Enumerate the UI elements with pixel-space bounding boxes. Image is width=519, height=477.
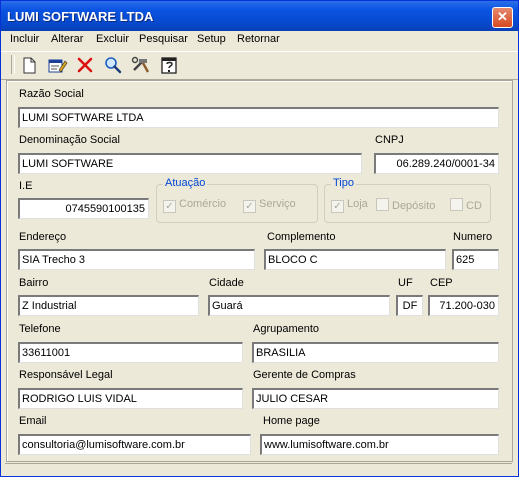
- toolbar-grip[interactable]: [11, 55, 15, 74]
- comercio-checkbox[interactable]: ✓ Comércio: [163, 198, 226, 213]
- cep-label: CEP: [430, 277, 453, 289]
- new-document-icon[interactable]: [18, 55, 40, 75]
- menu-setup[interactable]: Setup: [197, 33, 226, 45]
- company-form-panel: Razão Social LUMI SOFTWARE LTDA Denomina…: [6, 80, 513, 462]
- responsavel-label: Responsável Legal: [19, 369, 113, 381]
- endereco-label: Endereço: [19, 231, 67, 243]
- atuacao-group: Atuação ✓ Comércio ✓ Serviço: [156, 177, 318, 223]
- menu-pesquisar[interactable]: Pesquisar: [139, 33, 188, 45]
- close-button[interactable]: ✕: [492, 7, 513, 28]
- denominacao-social-label: Denominação Social: [19, 134, 120, 146]
- homepage-field[interactable]: www.lumisoftware.com.br: [260, 434, 499, 455]
- email-field[interactable]: consultoria@lumisoftware.com.br: [18, 434, 251, 455]
- endereco-field[interactable]: SIA Trecho 3: [18, 249, 255, 270]
- menu-alterar[interactable]: Alterar: [51, 33, 83, 45]
- cidade-field[interactable]: Guará: [208, 295, 390, 316]
- bairro-field[interactable]: Z Industrial: [18, 295, 199, 316]
- cidade-label: Cidade: [209, 277, 244, 289]
- menu-retornar[interactable]: Retornar: [237, 33, 280, 45]
- toolbar: [1, 51, 518, 80]
- gerente-field[interactable]: JULIO CESAR: [252, 388, 499, 409]
- responsavel-field[interactable]: RODRIGO LUIS VIDAL: [18, 388, 243, 409]
- app-window: LUMI SOFTWARE LTDA ✕ Incluir Alterar Exc…: [0, 0, 519, 477]
- uf-label: UF: [398, 277, 413, 289]
- cd-checkbox[interactable]: CD: [450, 198, 482, 212]
- agrupamento-field[interactable]: BRASILIA: [252, 342, 499, 363]
- tools-icon[interactable]: [130, 55, 152, 75]
- email-label: Email: [19, 415, 47, 427]
- cd-label: CD: [466, 200, 482, 212]
- cep-field[interactable]: 71.200-030: [428, 295, 499, 316]
- menu-incluir[interactable]: Incluir: [10, 33, 39, 45]
- deposito-checkbox[interactable]: Depósito: [376, 198, 435, 212]
- gerente-label: Gerente de Compras: [253, 369, 356, 381]
- homepage-label: Home page: [263, 415, 320, 427]
- cnpj-label: CNPJ: [375, 134, 404, 146]
- loja-label: Loja: [347, 198, 368, 210]
- telefone-label: Telefone: [19, 323, 61, 335]
- ie-field[interactable]: 0745590100135: [18, 198, 149, 219]
- razao-social-field[interactable]: LUMI SOFTWARE LTDA: [18, 107, 499, 128]
- numero-label: Numero: [453, 231, 493, 243]
- checkmark-icon: ✓: [243, 200, 256, 213]
- search-magnifier-icon[interactable]: [102, 55, 124, 75]
- checkmark-icon: ✓: [331, 200, 344, 213]
- telefone-field[interactable]: 33611001: [18, 342, 243, 363]
- loja-checkbox[interactable]: ✓ Loja: [331, 198, 368, 213]
- uf-field[interactable]: DF: [396, 295, 423, 316]
- menu-excluir[interactable]: Excluir: [96, 33, 129, 45]
- servico-label: Serviço: [259, 198, 296, 210]
- agrupamento-label: Agrupamento: [253, 323, 320, 335]
- complemento-label: Complemento: [267, 231, 336, 243]
- atuacao-group-title: Atuação: [163, 177, 208, 189]
- exit-door-icon[interactable]: [158, 55, 180, 75]
- cnpj-field[interactable]: 06.289.240/0001-34: [374, 153, 499, 174]
- menu-bar: Incluir Alterar Excluir Pesquisar Setup …: [1, 31, 518, 49]
- servico-checkbox[interactable]: ✓ Serviço: [243, 198, 296, 213]
- deposito-label: Depósito: [392, 200, 436, 212]
- bairro-label: Bairro: [19, 277, 49, 289]
- denominacao-social-field[interactable]: LUMI SOFTWARE: [18, 153, 362, 174]
- window-title: LUMI SOFTWARE LTDA: [7, 9, 154, 24]
- status-bar: [5, 463, 512, 473]
- comercio-label: Comércio: [179, 198, 227, 210]
- ie-label: I.E: [19, 180, 33, 192]
- tipo-group-title: Tipo: [331, 177, 356, 189]
- tipo-group: Tipo ✓ Loja Depósito CD: [324, 177, 491, 223]
- edit-form-icon[interactable]: [46, 55, 68, 75]
- razao-social-label: Razão Social: [19, 88, 84, 100]
- numero-field[interactable]: 625: [452, 249, 499, 270]
- delete-x-icon[interactable]: [74, 55, 96, 75]
- checkmark-icon: ✓: [163, 200, 176, 213]
- complemento-field[interactable]: BLOCO C: [264, 249, 446, 270]
- title-bar[interactable]: LUMI SOFTWARE LTDA ✕: [1, 1, 518, 31]
